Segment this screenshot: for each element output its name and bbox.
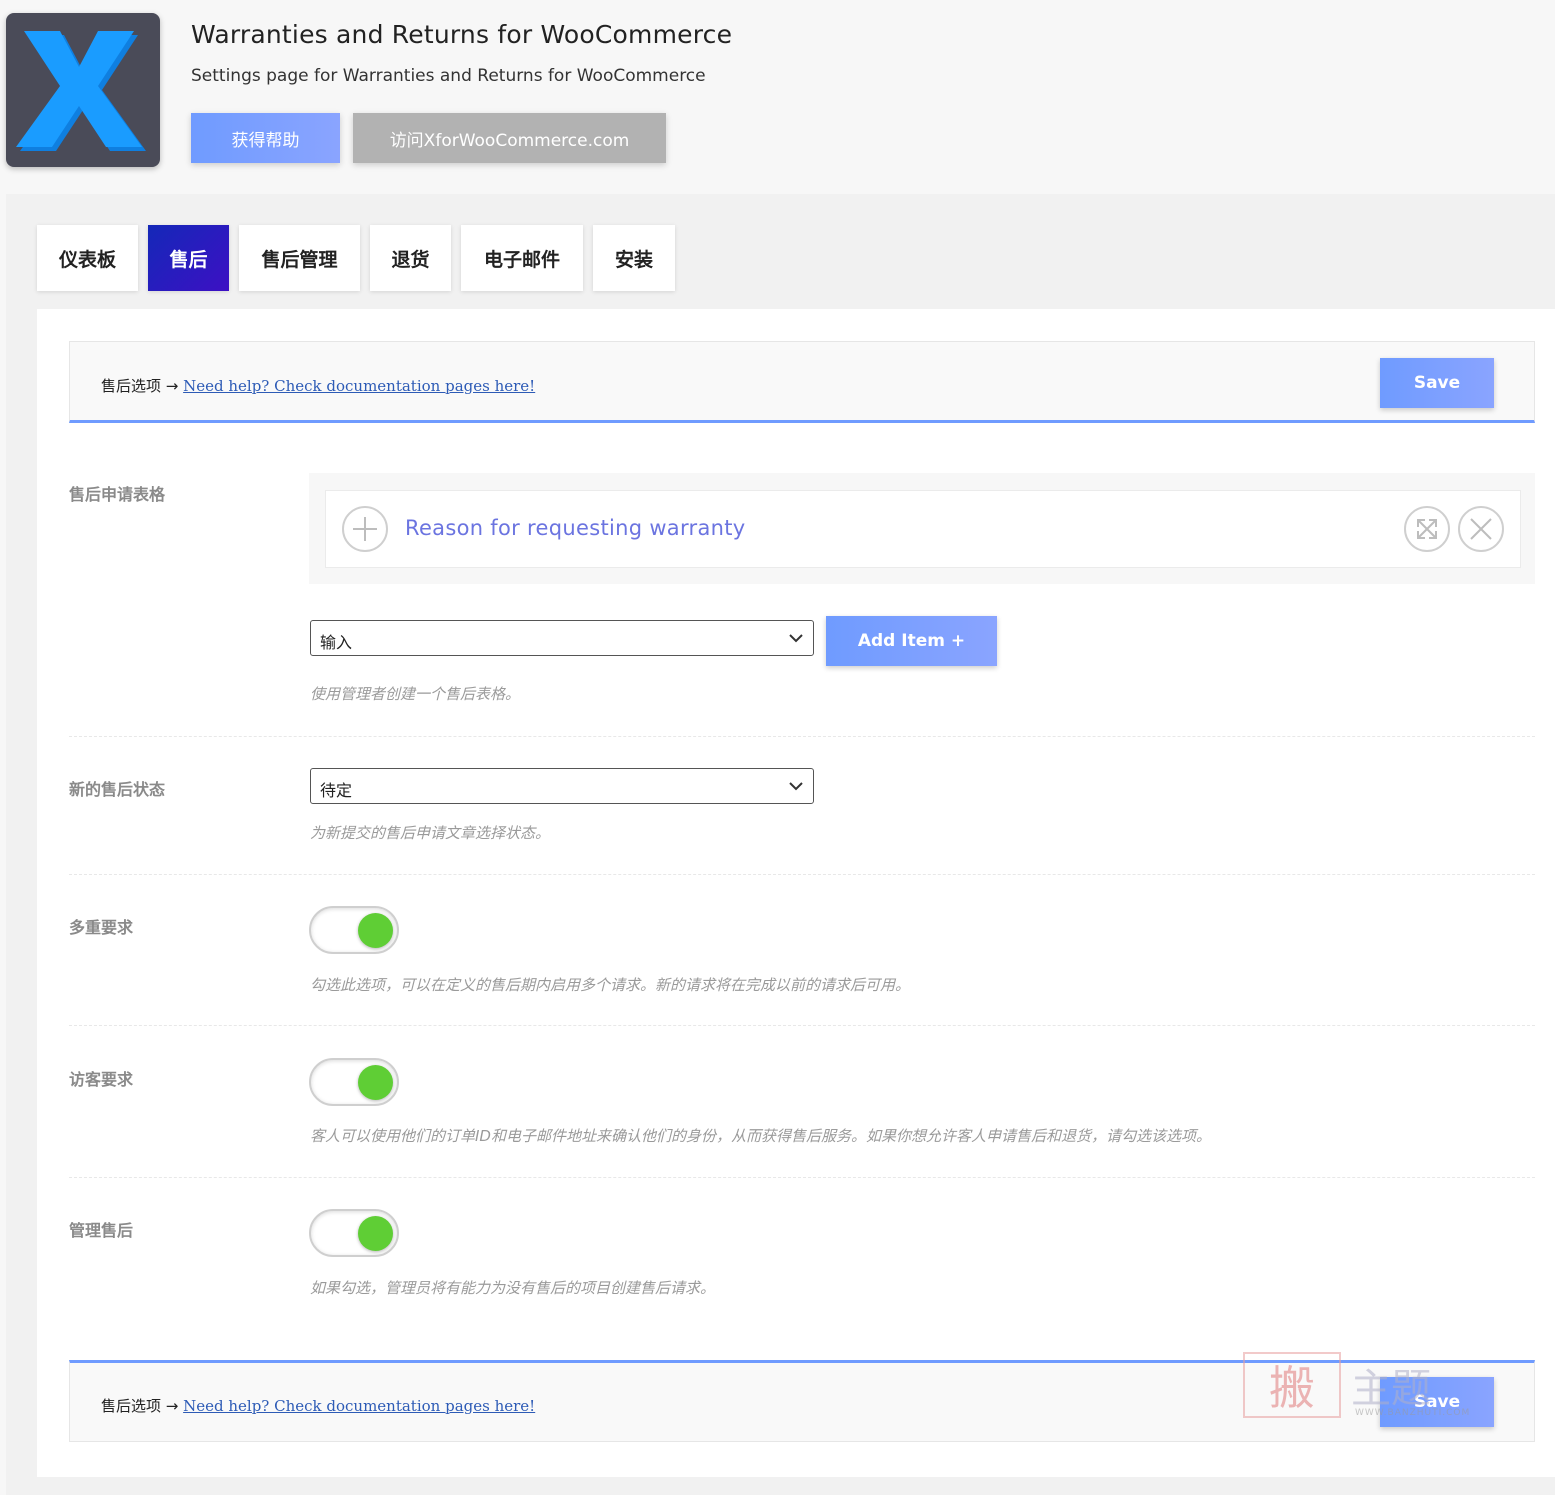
documentation-link[interactable]: Need help? Check documentation pages her… — [183, 1397, 535, 1415]
field-label-status: 新的售后状态 — [69, 780, 166, 799]
field-label-admin: 管理售后 — [69, 1221, 134, 1240]
toggle-knob — [358, 1065, 393, 1100]
section-footer-bar: 售后选项 → Need help? Check documentation pa… — [69, 1360, 1535, 1442]
field-label-form: 售后申请表格 — [69, 485, 166, 504]
form-item-label: Reason for requesting warranty — [405, 516, 746, 540]
status-select[interactable]: 待定 — [310, 768, 814, 804]
field-description-form: 使用管理者创建一个售后表格。 — [310, 685, 521, 703]
tab-emails[interactable]: 电子邮件 — [461, 225, 583, 291]
field-description-guest: 客人可以使用他们的订单ID和电子邮件地址来确认他们的身份，从而获得售后服务。如果… — [310, 1127, 1211, 1145]
tab-install[interactable]: 安装 — [593, 225, 675, 291]
field-type-select[interactable]: 输入 — [310, 620, 814, 656]
toggle-knob — [358, 1216, 393, 1251]
chevron-down-icon — [789, 782, 803, 791]
breadcrumb-label: 售后选项 → — [101, 377, 184, 395]
divider — [69, 736, 1535, 737]
plugin-subtitle: Settings page for Warranties and Returns… — [191, 66, 706, 86]
visit-site-button[interactable]: 访问XforWooCommerce.com — [353, 113, 666, 163]
divider — [69, 874, 1535, 875]
divider — [69, 1025, 1535, 1026]
status-value: 待定 — [320, 781, 353, 800]
settings-tabs: 仪表板 售后 售后管理 退货 电子邮件 安装 — [37, 225, 675, 291]
field-label-guest: 访客要求 — [69, 1070, 134, 1089]
section-header-bar: 售后选项 → Need help? Check documentation pa… — [69, 341, 1535, 423]
tab-warranty[interactable]: 售后 — [148, 225, 229, 291]
plugin-header: Warranties and Returns for WooCommerce S… — [0, 0, 1555, 194]
save-button[interactable]: Save — [1380, 358, 1494, 408]
breadcrumb: 售后选项 → Need help? Check documentation pa… — [101, 375, 535, 396]
field-description-admin: 如果勾选，管理员将有能力为没有售后的项目创建售后请求。 — [310, 1279, 716, 1297]
form-builder: Reason for requesting warranty — [309, 473, 1535, 584]
field-label-multiple: 多重要求 — [69, 918, 134, 937]
expand-plus-icon[interactable] — [342, 506, 388, 552]
tab-returns[interactable]: 退货 — [370, 225, 451, 291]
resize-icon[interactable] — [1404, 506, 1450, 552]
remove-icon[interactable] — [1458, 506, 1504, 552]
field-type-value: 输入 — [320, 633, 353, 652]
divider — [69, 1177, 1535, 1178]
plugin-title: Warranties and Returns for WooCommerce — [191, 20, 733, 49]
form-builder-item: Reason for requesting warranty — [325, 490, 1521, 568]
tab-warranty-management[interactable]: 售后管理 — [239, 225, 360, 291]
field-description-multiple: 勾选此选项，可以在定义的售后期内启用多个请求。新的请求将在完成以前的请求后可用。 — [310, 976, 911, 994]
chevron-down-icon — [789, 634, 803, 643]
add-item-button[interactable]: Add Item + — [826, 616, 997, 666]
breadcrumb: 售后选项 → Need help? Check documentation pa… — [101, 1395, 535, 1416]
breadcrumb-label: 售后选项 → — [101, 1397, 184, 1415]
get-help-button[interactable]: 获得帮助 — [191, 113, 340, 163]
tab-dashboard[interactable]: 仪表板 — [37, 225, 138, 291]
field-description-status: 为新提交的售后申请文章选择状态。 — [310, 824, 551, 842]
documentation-link[interactable]: Need help? Check documentation pages her… — [183, 377, 535, 395]
admin-warranty-toggle[interactable] — [309, 1209, 399, 1257]
settings-panel: 售后选项 → Need help? Check documentation pa… — [37, 309, 1555, 1477]
save-button[interactable]: Save — [1380, 1377, 1494, 1427]
multiple-requests-toggle[interactable] — [309, 906, 399, 954]
plugin-logo — [6, 13, 160, 167]
toggle-knob — [358, 913, 393, 948]
guest-requests-toggle[interactable] — [309, 1058, 399, 1106]
